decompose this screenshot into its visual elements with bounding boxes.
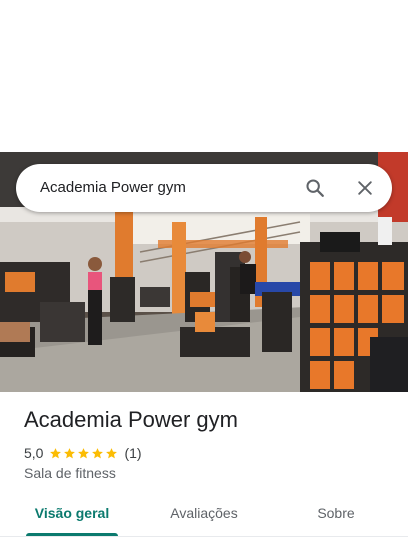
tab-reviews[interactable]: Avaliações bbox=[158, 494, 250, 534]
place-category: Sala de fitness bbox=[24, 465, 116, 481]
place-title: Academia Power gym bbox=[24, 407, 238, 432]
star-icon bbox=[50, 447, 62, 458]
place-tabs: Visão geral Avaliações Sobre bbox=[0, 494, 408, 536]
star-icon bbox=[92, 447, 104, 458]
tab-about[interactable]: Sobre bbox=[296, 494, 376, 534]
tab-overview[interactable]: Visão geral bbox=[26, 494, 118, 536]
star-icon bbox=[64, 447, 76, 458]
tab-label: Sobre bbox=[317, 505, 355, 521]
rating-stars bbox=[49, 447, 119, 460]
search-bar[interactable]: Academia Power gym bbox=[16, 164, 392, 212]
review-count[interactable]: (1) bbox=[124, 445, 141, 461]
star-icon bbox=[106, 447, 118, 458]
rating-row[interactable]: 5,0 (1) bbox=[24, 444, 142, 462]
search-input[interactable]: Academia Power gym bbox=[40, 164, 186, 212]
star-icon bbox=[78, 447, 90, 458]
rating-value: 5,0 bbox=[24, 445, 44, 461]
tab-label: Avaliações bbox=[170, 505, 238, 521]
search-icon[interactable] bbox=[303, 176, 327, 200]
tabs-divider bbox=[0, 536, 408, 537]
close-icon[interactable] bbox=[353, 176, 377, 200]
tab-label: Visão geral bbox=[34, 505, 110, 521]
